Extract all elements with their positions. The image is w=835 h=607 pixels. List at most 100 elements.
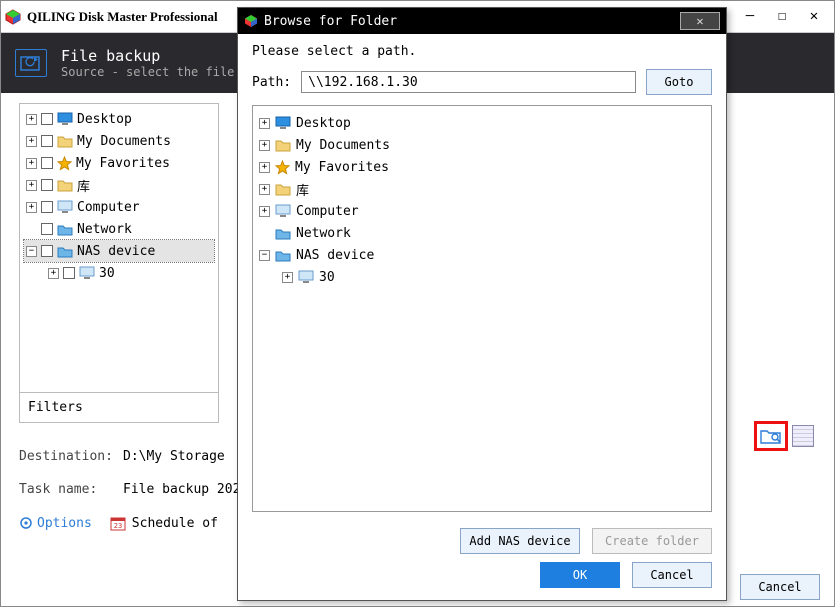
desktop-icon — [57, 112, 73, 126]
expand-icon[interactable]: + — [259, 184, 270, 195]
tree-label: NAS device — [77, 244, 155, 259]
star-icon — [275, 160, 290, 175]
calendar-icon: 23 — [110, 515, 126, 531]
dlg-tree-network[interactable]: Network — [257, 222, 707, 244]
dlg-tree-nas-30[interactable]: + 30 — [257, 266, 707, 288]
options-link[interactable]: Options — [19, 516, 92, 531]
browse-destination-button[interactable] — [754, 421, 788, 451]
computer-icon — [79, 266, 95, 280]
dialog-titlebar[interactable]: Browse for Folder ✕ — [238, 8, 726, 34]
tree-label: Desktop — [77, 112, 132, 127]
nas-icon — [57, 244, 73, 258]
calculator-icon[interactable] — [792, 425, 814, 447]
network-icon — [57, 222, 73, 236]
add-nas-button[interactable]: Add NAS device — [460, 528, 580, 554]
dlg-tree-favorites[interactable]: + My Favorites — [257, 156, 707, 178]
expand-icon[interactable]: + — [282, 272, 293, 283]
expand-icon[interactable]: + — [26, 114, 37, 125]
desktop-icon — [275, 116, 291, 130]
tree-item-favorites[interactable]: + My Favorites — [24, 152, 214, 174]
tree-item-computer[interactable]: + Computer — [24, 196, 214, 218]
expand-icon[interactable]: + — [26, 136, 37, 147]
minimize-button[interactable]: ─ — [734, 5, 766, 29]
source-tree[interactable]: + Desktop + My Documents + My Favorites … — [19, 103, 219, 393]
tree-item-desktop[interactable]: + Desktop — [24, 108, 214, 130]
goto-button[interactable]: Goto — [646, 69, 712, 95]
nas-icon — [275, 248, 291, 262]
tree-label: 库 — [77, 176, 90, 195]
expand-icon[interactable]: + — [259, 162, 270, 173]
tree-item-documents[interactable]: + My Documents — [24, 130, 214, 152]
gear-icon — [19, 516, 33, 530]
checkbox[interactable] — [41, 201, 53, 213]
expand-icon[interactable]: + — [259, 206, 270, 217]
expand-icon[interactable]: + — [259, 118, 270, 129]
checkbox[interactable] — [41, 179, 53, 191]
filters-label: Filters — [28, 400, 83, 415]
create-folder-button: Create folder — [592, 528, 712, 554]
expand-icon[interactable]: + — [259, 140, 270, 151]
page-title: File backup — [61, 47, 234, 65]
dialog-tree[interactable]: + Desktop + My Documents + My Favorites … — [252, 105, 712, 512]
computer-icon — [298, 270, 314, 284]
tree-label: Network — [296, 226, 351, 241]
tree-label: 30 — [319, 270, 335, 285]
checkbox[interactable] — [41, 245, 53, 257]
expand-icon[interactable]: + — [26, 180, 37, 191]
collapse-icon[interactable]: − — [259, 250, 270, 261]
filters-bar[interactable]: Filters — [19, 393, 219, 423]
destination-label: Destination: — [19, 449, 123, 464]
path-input[interactable] — [301, 71, 636, 93]
folder-icon — [275, 138, 291, 152]
dialog-prompt: Please select a path. — [252, 44, 712, 59]
maximize-button[interactable]: ☐ — [766, 5, 798, 29]
page-subtitle: Source - select the file — [61, 65, 234, 79]
expand-icon[interactable]: + — [26, 202, 37, 213]
folder-icon — [57, 134, 73, 148]
app-logo-icon — [5, 9, 21, 25]
dlg-tree-computer[interactable]: + Computer — [257, 200, 707, 222]
network-icon — [275, 226, 291, 240]
tree-item-nas[interactable]: − NAS device — [24, 240, 214, 262]
backup-icon — [15, 49, 47, 77]
browse-folder-dialog: Browse for Folder ✕ Please select a path… — [237, 7, 727, 601]
destination-value: D:\My Storage — [123, 449, 225, 464]
tree-label: Network — [77, 222, 132, 237]
tree-label: My Documents — [77, 134, 171, 149]
checkbox[interactable] — [63, 267, 75, 279]
computer-icon — [275, 204, 291, 218]
app-title: QILING Disk Master Professional — [27, 9, 218, 25]
path-label: Path: — [252, 75, 291, 90]
svg-text:23: 23 — [114, 522, 122, 530]
taskname-label: Task name: — [19, 482, 123, 497]
dlg-tree-documents[interactable]: + My Documents — [257, 134, 707, 156]
tree-item-library[interactable]: + 库 — [24, 174, 214, 196]
expand-icon[interactable]: + — [48, 268, 59, 279]
ok-button[interactable]: OK — [540, 562, 620, 588]
dlg-tree-desktop[interactable]: + Desktop — [257, 112, 707, 134]
collapse-icon[interactable]: − — [26, 246, 37, 257]
expand-icon[interactable]: + — [26, 158, 37, 169]
tree-item-nas-30[interactable]: + 30 — [24, 262, 214, 284]
dialog-title: Browse for Folder — [264, 14, 397, 29]
tree-label: Computer — [296, 204, 359, 219]
schedule-link[interactable]: 23 Schedule of — [110, 515, 218, 531]
tree-item-network[interactable]: Network — [24, 218, 214, 240]
dlg-tree-library[interactable]: + 库 — [257, 178, 707, 200]
tree-label: Desktop — [296, 116, 351, 131]
cancel-button[interactable]: Cancel — [632, 562, 712, 588]
dialog-close-button[interactable]: ✕ — [680, 12, 720, 30]
main-cancel-button[interactable]: Cancel — [740, 574, 820, 600]
checkbox[interactable] — [41, 113, 53, 125]
checkbox[interactable] — [41, 135, 53, 147]
checkbox[interactable] — [41, 223, 53, 235]
star-icon — [57, 156, 72, 171]
dlg-tree-nas[interactable]: − NAS device — [257, 244, 707, 266]
computer-icon — [57, 200, 73, 214]
tree-label: My Favorites — [76, 156, 170, 171]
checkbox[interactable] — [41, 157, 53, 169]
folder-icon — [57, 178, 73, 192]
close-button[interactable]: ✕ — [798, 5, 830, 29]
folder-search-icon — [760, 427, 782, 445]
folder-icon — [275, 182, 291, 196]
